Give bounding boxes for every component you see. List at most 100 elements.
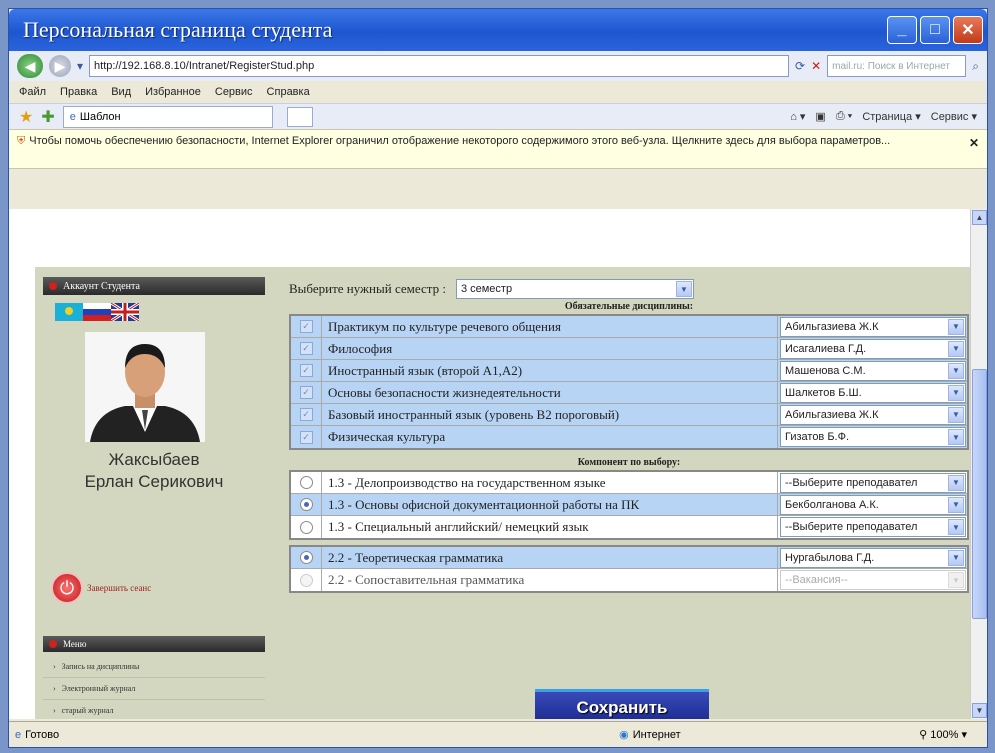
logout-link[interactable]: ⏻ Завершить сеанс xyxy=(51,572,151,604)
discipline-name: Базовый иностранный язык (уровень В2 пор… xyxy=(321,404,777,425)
home-icon[interactable]: ⌂ ▾ xyxy=(790,110,805,123)
history-dropdown-icon[interactable]: ▾ xyxy=(77,59,83,73)
page-menu[interactable]: Страница ▾ xyxy=(862,110,920,123)
chevron-down-icon[interactable]: ▼ xyxy=(948,496,964,513)
teacher-value: --Выберите преподавател xyxy=(785,521,918,533)
window-title: Персональная страница студента xyxy=(23,17,333,42)
scrollbar-thumb[interactable] xyxy=(972,369,987,619)
close-button[interactable]: ✕ xyxy=(953,16,983,44)
teacher-select[interactable]: Абильгазиева Ж.К ▼ xyxy=(780,404,966,425)
chevron-down-icon[interactable]: ▼ xyxy=(948,474,964,491)
checked-checkbox[interactable]: ✓ xyxy=(299,408,313,421)
maximize-button[interactable]: □ xyxy=(920,16,950,44)
scroll-down-icon[interactable]: ▼ xyxy=(972,703,987,718)
checked-checkbox[interactable]: ✓ xyxy=(299,342,313,355)
chevron-down-icon[interactable]: ▼ xyxy=(948,519,964,535)
radio-button-selected[interactable] xyxy=(299,498,313,511)
kazakhstan-flag-icon[interactable] xyxy=(55,303,83,321)
minimize-button[interactable]: _ xyxy=(887,16,917,44)
table-row: ✓ Иностранный язык (второй А1,А2) Машенова… xyxy=(291,360,967,382)
security-infobar[interactable]: ⛨ Чтобы помочь обеспечению безопасности, … xyxy=(9,129,987,169)
teacher-value: Исагалиева Г.Д. xyxy=(785,342,867,355)
russia-flag-icon[interactable] xyxy=(83,303,111,321)
refresh-icon[interactable]: ⟳ xyxy=(795,59,805,73)
scroll-up-icon[interactable]: ▲ xyxy=(972,210,987,225)
teacher-value: Машенова С.М. xyxy=(785,364,866,377)
teacher-select[interactable]: Машенова С.М. ▼ xyxy=(780,360,966,381)
account-header-label: Аккаунт Студента xyxy=(63,280,140,292)
teacher-select[interactable]: Шалкетов Б.Ш. ▼ xyxy=(780,382,966,403)
uk-flag-icon[interactable] xyxy=(111,303,139,321)
bullet-icon xyxy=(49,640,57,648)
chevron-down-icon[interactable]: ▼ xyxy=(948,429,964,445)
chevron-down-icon[interactable]: ▼ xyxy=(948,384,964,401)
discipline-name: Основы безопасности жизнедеятельности xyxy=(321,382,777,403)
tab-current[interactable]: e Шаблон xyxy=(62,105,273,128)
search-icon[interactable]: ⌕ xyxy=(972,59,979,74)
teacher-select[interactable]: --Выберите преподавател ▼ xyxy=(780,517,966,537)
power-icon[interactable]: ⏻ xyxy=(51,572,83,604)
chevron-down-icon[interactable]: ▼ xyxy=(948,406,964,423)
chevron-down-icon[interactable]: ▼ xyxy=(675,281,692,297)
sidebar-item-e-journal[interactable]: › Электронный журнал xyxy=(43,678,265,700)
menu-bar: Файл Правка Вид Избранное Сервис Справка xyxy=(9,81,987,103)
sidebar-item-old-journal[interactable]: › старый журнал xyxy=(43,700,265,719)
forward-button[interactable]: ▶ xyxy=(49,55,71,77)
chevron-down-icon[interactable]: ▼ xyxy=(948,340,964,357)
back-button[interactable]: ◀ xyxy=(17,54,43,78)
radio-button-disabled xyxy=(299,573,313,587)
url-field[interactable]: http://192.168.8.10/Intranet/RegisterStu… xyxy=(89,55,790,77)
language-flags xyxy=(55,303,273,321)
menu-file[interactable]: Файл xyxy=(19,86,46,98)
stop-icon[interactable]: ✕ xyxy=(811,59,821,73)
menu-tools[interactable]: Сервис xyxy=(215,86,253,98)
checked-checkbox[interactable]: ✓ xyxy=(299,364,313,377)
sidebar-item-course-registration[interactable]: › Запись на дисциплины xyxy=(43,656,265,678)
add-favorites-icon[interactable]: ✚ xyxy=(41,107,54,127)
globe-icon: ◉ xyxy=(619,729,629,741)
zoom-control[interactable]: ⚲ 100% ▾ xyxy=(919,728,967,741)
checked-checkbox[interactable]: ✓ xyxy=(299,430,313,444)
print-icon[interactable]: ⎙ ▾ xyxy=(836,110,852,123)
chevron-down-icon[interactable]: ▼ xyxy=(948,318,964,335)
tools-menu[interactable]: Сервис ▾ xyxy=(931,110,977,123)
chevron-down-icon[interactable]: ▾ xyxy=(961,729,967,741)
menu-favorites[interactable]: Избранное xyxy=(145,86,201,98)
vertical-scrollbar[interactable]: ▲ ▼ xyxy=(970,209,987,719)
address-bar: ◀ ▶ ▾ http://192.168.8.10/Intranet/Regis… xyxy=(9,51,987,81)
teacher-select[interactable]: Гизатов Б.Ф. ▼ xyxy=(780,427,966,447)
teacher-select[interactable]: Исагалиева Г.Д. ▼ xyxy=(780,338,966,359)
search-input[interactable]: mail.ru: Поиск в Интернет xyxy=(827,55,967,77)
table-row: ✓ Философия Исагалиева Г.Д. ▼ xyxy=(291,338,967,360)
teacher-value: Абильгазиева Ж.К xyxy=(785,408,879,421)
save-button[interactable]: Сохранить xyxy=(535,689,709,719)
feeds-icon[interactable]: ▣ xyxy=(815,110,825,123)
menu-edit[interactable]: Правка xyxy=(60,86,97,98)
teacher-select[interactable]: Абильгазиева Ж.К ▼ xyxy=(780,316,966,337)
discipline-name: 2.2 - Сопоставительная грамматика xyxy=(321,569,777,591)
semester-label: Выберите нужный семестр : xyxy=(289,281,446,296)
favorites-star-icon[interactable]: ★ xyxy=(19,107,33,127)
elective-table-1: 1.3 - Делопроизводство на государственно… xyxy=(289,470,969,540)
discipline-name: 1.3 - Делопроизводство на государственно… xyxy=(321,472,777,493)
chevron-down-icon[interactable]: ▼ xyxy=(948,549,964,566)
sidebar-item-label: старый журнал xyxy=(61,706,114,715)
teacher-select[interactable]: Бекболганова А.К. ▼ xyxy=(780,494,966,515)
menu-view[interactable]: Вид xyxy=(111,86,131,98)
semester-select[interactable]: 3 семестр ▼ xyxy=(455,279,694,299)
radio-button[interactable] xyxy=(299,476,313,489)
menu-help[interactable]: Справка xyxy=(267,86,310,98)
checked-checkbox[interactable]: ✓ xyxy=(299,386,313,399)
new-tab-button[interactable] xyxy=(286,106,313,127)
page-menu-label: Страница xyxy=(862,111,913,123)
infobar-close-icon[interactable]: ✕ xyxy=(969,136,979,150)
menu-header-label: Меню xyxy=(63,639,87,649)
radio-button[interactable] xyxy=(299,520,313,534)
radio-button-selected[interactable] xyxy=(299,551,313,564)
checked-checkbox[interactable]: ✓ xyxy=(299,320,313,333)
chevron-down-icon[interactable]: ▼ xyxy=(948,362,964,379)
table-row: 1.3 - Основы офисной документационной ра… xyxy=(291,494,967,516)
teacher-select[interactable]: --Выберите преподавател ▼ xyxy=(780,472,966,493)
student-photo xyxy=(85,332,205,442)
teacher-select[interactable]: Нургабылова Г.Д. ▼ xyxy=(780,547,966,568)
